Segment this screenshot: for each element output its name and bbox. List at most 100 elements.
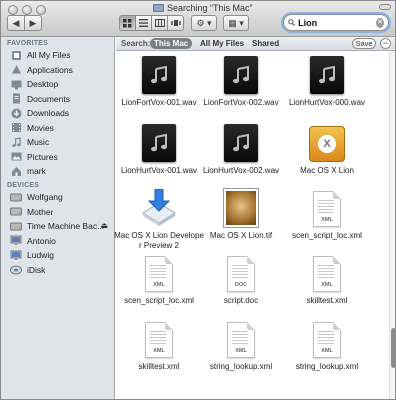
- window-title-text: Searching “This Mac”: [167, 3, 253, 13]
- audio-file-icon: [142, 124, 176, 162]
- sidebar-item-music[interactable]: Music: [10, 135, 110, 149]
- file-thumbnail: [196, 56, 286, 94]
- file-name: string_lookup.xml: [295, 362, 359, 371]
- computer-icon: [10, 235, 22, 246]
- title-bar: Searching “This Mac” ◀ ▶ ⚙ ▾ ▦ ▾ ✕: [1, 1, 395, 37]
- file-type-tag: XML: [321, 282, 333, 288]
- sidebar-item-label: All My Files: [27, 50, 71, 60]
- search-field[interactable]: ✕: [283, 14, 389, 31]
- view-mode-selector: [119, 15, 184, 31]
- file-name: Mac OS X Lion.tif: [209, 231, 273, 240]
- column-view-button[interactable]: [151, 15, 168, 31]
- sidebar-item-movies[interactable]: Movies: [10, 121, 110, 135]
- scope-this-mac-button[interactable]: This Mac: [150, 38, 193, 49]
- save-search-button[interactable]: Save: [352, 38, 376, 49]
- audio-file-icon: [224, 56, 258, 94]
- scope-shared-button[interactable]: Shared: [248, 38, 283, 49]
- sidebar-item-documents[interactable]: Documents: [10, 92, 110, 106]
- file-thumbnail: XML: [114, 254, 204, 292]
- sidebar-item-label: mark: [27, 166, 46, 176]
- sidebar-item-desktop[interactable]: Desktop: [10, 77, 110, 91]
- action-menu-button[interactable]: ⚙ ▾: [191, 15, 217, 31]
- disk-icon: [10, 192, 22, 203]
- file-thumbnail: [196, 189, 286, 227]
- remove-criteria-button[interactable]: −: [380, 38, 391, 49]
- file-thumbnail: X: [282, 124, 372, 162]
- forward-arrow-icon: ▶: [29, 17, 37, 28]
- toolbar-toggle-button[interactable]: [379, 4, 391, 10]
- sidebar-item-pictures[interactable]: Pictures: [10, 150, 110, 164]
- list-view-icon: [139, 19, 148, 27]
- eject-icon[interactable]: ⏏: [100, 221, 108, 230]
- home-icon: [10, 166, 22, 177]
- sidebar-item-label: Mother: [27, 206, 54, 217]
- sidebar-item-label: Desktop: [27, 79, 59, 89]
- back-button[interactable]: ◀: [7, 15, 25, 31]
- file-thumbnail: XML: [114, 320, 204, 358]
- search-input[interactable]: [298, 17, 377, 28]
- devices-header: DEVICES: [7, 182, 40, 189]
- sidebar-item-antonio[interactable]: Antonio: [10, 234, 110, 248]
- minimize-window-button[interactable]: [22, 5, 32, 15]
- sidebar-item-label: Music: [27, 137, 50, 147]
- audio-file-icon: [310, 56, 344, 94]
- scope-all-my-files-button[interactable]: All My Files: [196, 38, 248, 49]
- sidebar-item-time-machine-bac[interactable]: Time Machine Bac... ⏏: [10, 219, 110, 233]
- all-files-icon: [10, 50, 22, 61]
- audio-file-icon: [224, 124, 258, 162]
- file-thumbnail: DOC: [196, 254, 286, 292]
- file-name: LionFortVox-001.wav: [121, 98, 197, 107]
- file-name: Mac OS X Lion Developer Preview 2: [114, 231, 204, 250]
- file-name: Mac OS X Lion: [300, 166, 354, 175]
- movies-icon: [10, 122, 22, 133]
- lion-image-thumbnail: [224, 189, 258, 227]
- icon-view-button[interactable]: [119, 15, 136, 31]
- scrollbar-thumb[interactable]: [391, 328, 395, 368]
- favorites-header: FAVORITES: [7, 40, 48, 47]
- forward-button[interactable]: ▶: [24, 15, 42, 31]
- zoom-window-button[interactable]: [36, 5, 46, 15]
- arrange-menu-button[interactable]: ▦ ▾: [223, 15, 249, 31]
- sidebar-item-label: iDisk: [27, 264, 46, 275]
- sidebar-item-wolfgang[interactable]: Wolfgang: [10, 190, 110, 204]
- close-window-button[interactable]: [8, 5, 18, 15]
- vertical-scrollbar[interactable]: [389, 52, 395, 399]
- sidebar-item-all-my-files[interactable]: All My Files: [10, 48, 110, 62]
- applications-icon: [10, 64, 22, 75]
- list-view-button[interactable]: [135, 15, 152, 31]
- sidebar-item-ludwig[interactable]: Ludwig: [10, 248, 110, 262]
- audio-file-icon: [142, 56, 176, 94]
- file-type-tag: XML: [321, 217, 333, 223]
- sidebar-item-label: Wolfgang: [27, 192, 63, 202]
- sidebar: FAVORITES All My Files Applications Deskto…: [1, 37, 115, 399]
- icon-view-icon: [123, 18, 132, 27]
- file-name: LionHurtVox-002.wav: [202, 166, 280, 175]
- disk-icon: [10, 206, 22, 217]
- file-name: script.doc: [223, 296, 259, 305]
- xml-file-icon: XML: [145, 256, 173, 292]
- pictures-icon: [10, 151, 22, 162]
- idisk-icon: [10, 264, 22, 275]
- file-thumbnail: [282, 56, 372, 94]
- file-name: scen_script_loc.xml: [124, 296, 194, 305]
- sidebar-item-applications[interactable]: Applications: [10, 63, 110, 77]
- window-title: Searching “This Mac”: [153, 3, 253, 13]
- sidebar-item-mark[interactable]: mark: [10, 164, 110, 178]
- file-name: LionHurtVox-000.wav: [288, 98, 366, 107]
- file-name: LionHurtVox-001.wav: [120, 166, 198, 175]
- cover-flow-view-button[interactable]: [167, 15, 184, 31]
- sidebar-item-downloads[interactable]: Downloads: [10, 106, 110, 120]
- clear-search-icon[interactable]: ✕: [376, 17, 384, 28]
- file-name: LionFortVox-002.wav: [203, 98, 279, 107]
- search-results-grid: LionFortVox-001.wav LionFortVox-002.wav Li…: [114, 52, 388, 399]
- sidebar-item-idisk[interactable]: iDisk: [10, 263, 110, 277]
- file-name: skilltest.xml: [306, 296, 348, 305]
- sidebar-item-label: Movies: [27, 122, 54, 133]
- file-name: string_lookup.xml: [209, 362, 273, 371]
- xml-file-icon: XML: [145, 322, 173, 358]
- sidebar-item-mother[interactable]: Mother: [10, 205, 110, 219]
- file-type-tag: XML: [153, 282, 165, 288]
- computer-icon: [10, 250, 22, 261]
- installer-package-icon: [141, 188, 177, 227]
- sidebar-item-label: Pictures: [27, 151, 58, 162]
